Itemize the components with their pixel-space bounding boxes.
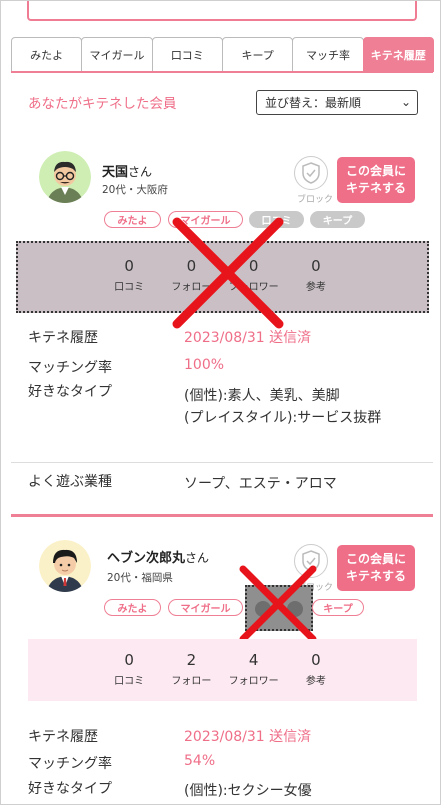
row-label: 好きなタイプ [28, 384, 112, 400]
stat-reference[interactable]: 0 参考 [286, 257, 346, 293]
kitene-button[interactable]: この会員に キテネする [337, 157, 415, 203]
row-value: (プレイスタイル):サービス抜群 [184, 410, 382, 426]
stat-label: 口コミ [114, 282, 145, 293]
stat-label: フォロワー [228, 676, 279, 687]
row-label: キテネ履歴 [28, 729, 98, 745]
stat-reviews[interactable]: 0 口コミ [99, 651, 159, 687]
kitene-button[interactable]: この会員に キテネする [337, 545, 415, 591]
member-name[interactable]: 天国さん [102, 161, 152, 180]
app-frame: みたよ マイガール 口コミ キープ マッチ率 キテネ履歴 あなたがキテネした会員… [0, 0, 441, 805]
row-label: キテネ履歴 [28, 330, 98, 346]
avatar[interactable] [39, 540, 91, 592]
sort-selected-value: 並び替え：最新順 [265, 96, 362, 110]
tab-match-rate[interactable]: マッチ率 [292, 37, 364, 72]
member-age-area: 20代・福岡県 [107, 572, 173, 584]
row-value: 2023/08/31 送信済 [184, 729, 312, 745]
member-name-text: ヘブン次郎丸 [107, 551, 186, 566]
pill-mygirl[interactable]: マイガール [168, 599, 243, 616]
tab-kitene-history[interactable]: キテネ履歴 [362, 37, 434, 72]
stat-label: 口コミ [114, 676, 145, 687]
block-label: ブロック [297, 195, 334, 205]
shield-icon [302, 162, 320, 184]
pill-keep[interactable]: キープ [312, 599, 364, 616]
chevron-down-icon: ⌄ [400, 95, 411, 109]
avatar[interactable] [39, 151, 91, 203]
tab-mitayo[interactable]: みたよ [11, 37, 83, 72]
row-label: よく遊ぶ業種 [28, 474, 112, 490]
stats-row: 0 口コミ 2 フォロー 4 フォロワー 0 参考 [28, 651, 417, 687]
tab-keep[interactable]: キープ [221, 37, 294, 72]
row-value: 54% [184, 753, 216, 769]
honorific: さん [185, 551, 210, 565]
tab-mygirl[interactable]: マイガール [81, 37, 153, 72]
card-divider [11, 514, 433, 517]
red-x-mark [172, 217, 284, 329]
pill-mitayo[interactable]: みたよ [104, 599, 161, 616]
section-title: あなたがキテネした会員 [28, 96, 177, 112]
stat-reference[interactable]: 0 参考 [286, 651, 346, 687]
stat-reviews[interactable]: 0 口コミ [99, 257, 159, 293]
stat-label: 参考 [305, 282, 326, 293]
stat-num: 0 [311, 651, 321, 669]
row-value: ソープ、エステ・アロマ [184, 476, 337, 492]
kitene-button-line1: この会員に [345, 552, 406, 566]
stat-num: 4 [248, 651, 259, 669]
honorific: さん [128, 165, 153, 179]
row-value: (個性):セクシー女優 [184, 783, 312, 799]
stat-label: フォロー [171, 676, 212, 687]
pill-keep[interactable]: キープ [310, 211, 365, 228]
member-age-area: 20代・大阪府 [102, 184, 168, 196]
divider [11, 462, 433, 463]
member-name[interactable]: ヘブン次郎丸さん [107, 547, 209, 566]
row-label: マッチング率 [28, 756, 112, 772]
block-button[interactable] [294, 156, 328, 190]
stat-follow[interactable]: 2 フォロー [161, 651, 221, 687]
row-value: (個性):素人、美乳、美脚 [184, 388, 340, 404]
row-label: マッチング率 [28, 360, 112, 376]
row-label: 好きなタイプ [28, 781, 112, 797]
kitene-button-line2: キテネする [345, 181, 406, 195]
kitene-button-line2: キテネする [345, 569, 406, 583]
top-panel-edge [27, 1, 417, 21]
row-value: 2023/08/31 送信済 [184, 330, 312, 346]
stat-num: 2 [186, 651, 197, 669]
tab-bar: みたよ マイガール 口コミ キープ マッチ率 キテネ履歴 [11, 37, 434, 72]
stat-num: 0 [124, 257, 134, 275]
row-value: 100% [184, 357, 225, 373]
sort-select[interactable]: 並び替え：最新順 ⌄ [256, 90, 418, 115]
stat-num: 0 [311, 257, 321, 275]
stat-num: 0 [124, 651, 134, 669]
pill-mitayo[interactable]: みたよ [104, 211, 161, 228]
tab-reviews[interactable]: 口コミ [151, 37, 223, 72]
red-x-mark [239, 565, 317, 643]
stat-followers[interactable]: 4 フォロワー [224, 651, 284, 687]
stat-label: 参考 [305, 676, 326, 687]
tab-underline [11, 71, 433, 73]
member-name-text: 天国 [102, 165, 129, 180]
kitene-button-line1: この会員に [345, 164, 406, 178]
